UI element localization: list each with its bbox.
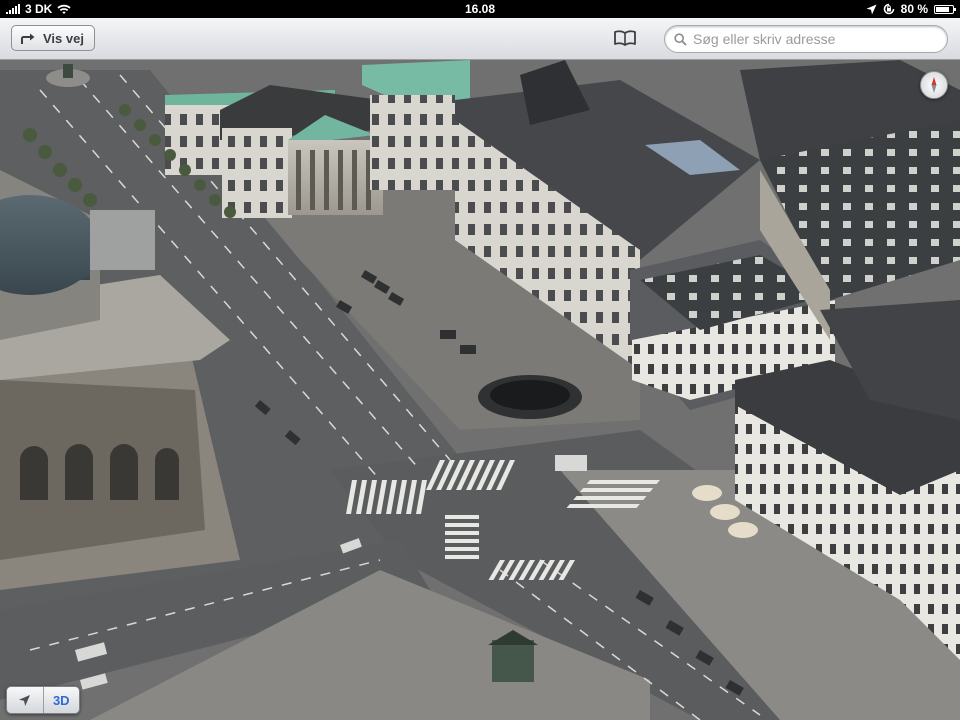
compass-button[interactable]	[920, 71, 948, 99]
directions-label: Vis vej	[43, 30, 84, 46]
battery-percent: 80 %	[900, 2, 928, 16]
location-arrow-icon	[866, 4, 877, 14]
turn-arrow-icon	[21, 33, 35, 44]
map-view[interactable]	[0, 60, 960, 720]
building-dark-roof-center	[220, 85, 383, 218]
map-mode-controls: 3D	[6, 686, 80, 714]
directions-button[interactable]: Vis vej	[11, 25, 95, 51]
battery-icon	[934, 4, 956, 14]
maps-toolbar: Vis vej	[0, 18, 960, 60]
search-icon	[674, 32, 687, 46]
rotation-lock-icon	[883, 3, 894, 15]
location-arrow-icon	[19, 694, 31, 706]
bookmarks-button[interactable]	[612, 28, 638, 48]
flyover-scene	[0, 60, 960, 720]
track-location-button[interactable]	[7, 687, 43, 713]
3d-toggle-button[interactable]: 3D	[42, 687, 80, 713]
clock: 16.08	[464, 2, 496, 16]
building-green-roof-right	[362, 60, 470, 190]
search-field[interactable]	[664, 25, 948, 53]
compass-icon	[931, 77, 937, 93]
search-input[interactable]	[691, 30, 935, 48]
book-icon	[614, 30, 636, 46]
status-bar: 3 DK 16.08 80 %	[0, 0, 960, 18]
